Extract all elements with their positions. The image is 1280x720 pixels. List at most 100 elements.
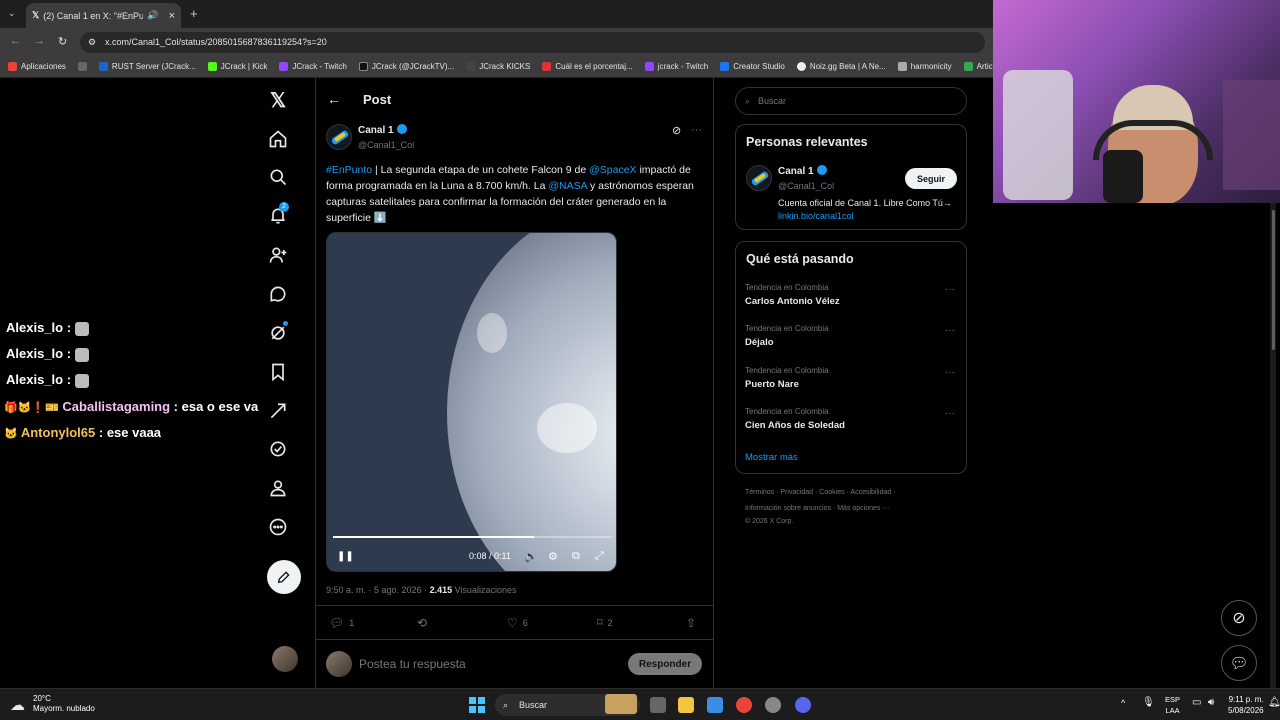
- bookmark-item[interactable]: [77, 62, 87, 71]
- bookmark-label: Cuál es el porcentaj...: [555, 62, 633, 71]
- post-timestamp[interactable]: 9:50 a. m. · 5 ago. 2026 ·: [326, 585, 430, 595]
- notifications-icon[interactable]: 🔔︎: [1268, 697, 1280, 708]
- follow-button[interactable]: Seguir: [905, 168, 957, 189]
- discord-icon[interactable]: [795, 697, 811, 713]
- weather-widget[interactable]: 20°C Mayorm. nublado: [33, 694, 95, 714]
- volume-icon[interactable]: 🔈: [524, 550, 538, 563]
- reply-input[interactable]: Postea tu respuesta: [359, 657, 466, 671]
- reply-button[interactable]: Responder: [628, 653, 702, 675]
- bookmark-item[interactable]: Creator Studio: [720, 62, 785, 71]
- language-indicator[interactable]: ESP LAA: [1165, 694, 1180, 716]
- back-arrow-icon[interactable]: ←: [327, 91, 341, 107]
- trend-more-icon[interactable]: ···: [945, 325, 955, 336]
- search-icon[interactable]: [266, 165, 290, 189]
- grok-floating-button[interactable]: ⊘: [1221, 600, 1257, 636]
- video-player[interactable]: ❚❚ 0:08 / 0:11 🔈 ⚙ ⧉ ⤢: [326, 232, 617, 572]
- settings-gear-icon[interactable]: ⚙: [548, 550, 558, 563]
- author-avatar[interactable]: [326, 124, 352, 150]
- bookmark-icon[interactable]: [266, 360, 290, 384]
- picture-in-picture-icon[interactable]: ⧉: [572, 550, 580, 563]
- bookmark-item[interactable]: JCrack - Twitch: [279, 62, 347, 71]
- bookmark-item[interactable]: jcrack - Twitch: [644, 62, 708, 71]
- task-view-icon[interactable]: [650, 697, 666, 713]
- bookmark-item[interactable]: JCrack | Kick: [207, 62, 267, 71]
- grok-explain-icon[interactable]: ⊘: [672, 124, 681, 137]
- footer-links[interactable]: Términos · Privacidad · Cookies · Accesi…: [745, 489, 896, 496]
- video-progress-bar[interactable]: [333, 536, 612, 538]
- system-clock[interactable]: 9:11 p. m. 5/08/2026: [1228, 694, 1264, 716]
- bookmark-item[interactable]: Cuál es el porcentaj...: [542, 62, 633, 71]
- compose-post-button[interactable]: [267, 560, 301, 594]
- scrollbar-thumb[interactable]: [1272, 210, 1275, 350]
- bookmark-item[interactable]: JCrack (@JCrackTV)...: [358, 62, 454, 71]
- notifications-bell-icon[interactable]: 2: [266, 202, 290, 228]
- verified-orgs-icon[interactable]: [266, 437, 290, 461]
- reply-action[interactable]: 💬︎ 1: [329, 616, 354, 630]
- search-placeholder: Buscar: [758, 96, 787, 106]
- bookmark-item[interactable]: harmonicity: [897, 62, 952, 71]
- trend-name[interactable]: Déjalo: [745, 337, 774, 348]
- url-field[interactable]: ⚙ x.com/Canal1_Col/status/20850156878361…: [80, 32, 985, 53]
- trend-name[interactable]: Cien Años de Soledad: [745, 420, 845, 431]
- post-more-icon[interactable]: ···: [691, 124, 702, 136]
- chrome-icon[interactable]: [736, 697, 752, 713]
- bookmark-item[interactable]: Noiz.gg Beta | A Ne...: [796, 62, 886, 71]
- windows-start-icon[interactable]: [469, 697, 485, 713]
- github-icon[interactable]: [765, 697, 781, 713]
- repost-action[interactable]: ⟲: [417, 616, 427, 630]
- grok-icon: ⊘: [1232, 610, 1246, 627]
- bio-link[interactable]: linkin.bio/canal1col: [778, 211, 854, 221]
- mail-icon[interactable]: [707, 697, 723, 713]
- tab-audio-icon[interactable]: 🔊: [147, 10, 158, 21]
- show-more-link[interactable]: Mostrar más: [745, 452, 798, 463]
- chat-icon[interactable]: [266, 282, 290, 306]
- messages-floating-button[interactable]: 💬︎: [1221, 645, 1257, 681]
- trend-name[interactable]: Carlos Antonio Vélez: [745, 296, 840, 307]
- more-options-icon[interactable]: [266, 515, 290, 539]
- trend-more-icon[interactable]: ···: [945, 367, 955, 378]
- account-avatar[interactable]: [272, 646, 298, 672]
- author-handle[interactable]: @Canal1_Col: [358, 140, 414, 150]
- share-action[interactable]: ⇧: [686, 616, 696, 630]
- profile-icon[interactable]: [266, 476, 290, 500]
- network-icon[interactable]: ▭: [1192, 697, 1201, 708]
- person-handle[interactable]: @Canal1_Col: [778, 181, 834, 191]
- tray-chevron-icon[interactable]: ^: [1121, 698, 1125, 708]
- person-avatar[interactable]: [746, 165, 772, 191]
- bookmark-item[interactable]: JCrack KICKS: [466, 62, 530, 71]
- site-info-icon[interactable]: ⚙: [88, 32, 96, 53]
- hashtag-link[interactable]: #EnPunto: [326, 164, 372, 176]
- mention-link[interactable]: @NASA: [548, 180, 587, 192]
- pause-icon[interactable]: ❚❚: [337, 551, 354, 562]
- volume-icon[interactable]: 🔊︎: [1208, 697, 1214, 708]
- bookmark-action[interactable]: ⌑ 2: [597, 616, 613, 629]
- footer-links[interactable]: Información sobre anuncios · Más opcione…: [745, 505, 889, 512]
- crater-highlight: [537, 403, 597, 453]
- x-logo-icon[interactable]: 𝕏: [266, 88, 290, 112]
- trend-name[interactable]: Puerto Nare: [745, 379, 799, 390]
- person-name[interactable]: Canal 1: [778, 165, 827, 177]
- bookmark-item[interactable]: RUST Server (JCrack...: [98, 62, 196, 71]
- bookmark-item[interactable]: Aplicaciones: [8, 62, 66, 71]
- trend-more-icon[interactable]: ···: [945, 284, 955, 295]
- home-icon[interactable]: [266, 127, 290, 151]
- follow-people-icon[interactable]: [266, 243, 290, 267]
- trend-more-icon[interactable]: ···: [945, 408, 955, 419]
- new-tab-icon[interactable]: +: [190, 6, 198, 21]
- author-name[interactable]: Canal 1: [358, 124, 407, 136]
- jobs-icon[interactable]: [266, 399, 290, 423]
- mention-link[interactable]: @SpaceX: [589, 164, 636, 176]
- bookmark-item[interactable]: Articu: [963, 62, 993, 71]
- back-nav-icon[interactable]: ←: [10, 35, 21, 47]
- search-input[interactable]: ⌕ Buscar: [735, 87, 967, 115]
- grok-icon[interactable]: [266, 321, 290, 345]
- fullscreen-icon[interactable]: ⤢: [595, 550, 604, 563]
- forward-nav-icon[interactable]: →: [34, 35, 45, 47]
- tab-close-icon[interactable]: ×: [169, 10, 175, 22]
- browser-tab[interactable]: 𝕏 (2) Canal 1 en X: "#EnPunto 🔊 ×: [26, 3, 181, 28]
- microphone-icon[interactable]: 🎙︎: [1142, 697, 1155, 708]
- reload-icon[interactable]: ↻: [58, 35, 67, 48]
- tab-list-icon[interactable]: ⌄: [8, 8, 16, 19]
- file-explorer-icon[interactable]: [678, 697, 694, 713]
- like-action[interactable]: ♡ 6: [507, 616, 528, 630]
